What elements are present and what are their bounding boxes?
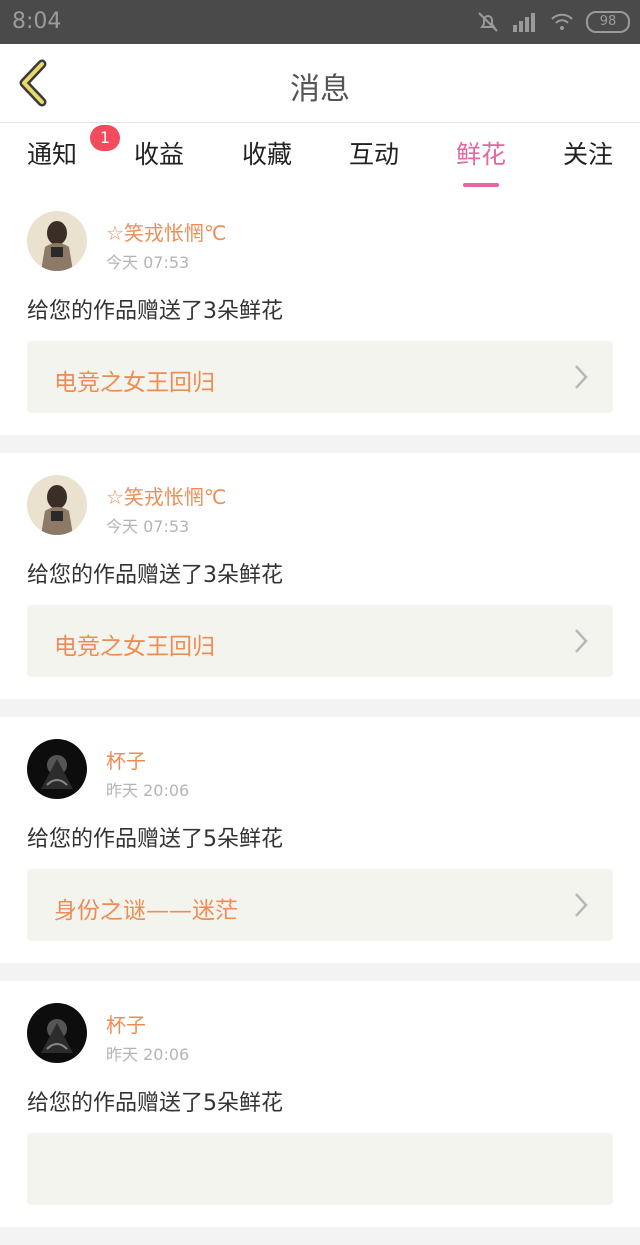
- tab-notify[interactable]: 通知 1: [12, 125, 120, 171]
- tab-favorites[interactable]: 收藏: [227, 135, 307, 171]
- username[interactable]: ☆笑戎怅惘℃: [106, 481, 226, 510]
- user-photo-icon: [27, 739, 87, 799]
- work-link[interactable]: 身份之谜——迷茫: [27, 869, 613, 941]
- user-photo-icon: [27, 211, 87, 271]
- active-tab-indicator: [463, 183, 499, 187]
- tab-following[interactable]: 关注: [548, 135, 628, 171]
- tab-label: 通知: [26, 140, 77, 169]
- avatar[interactable]: [27, 211, 87, 271]
- signal-icon: [513, 13, 535, 32]
- page-title: 消息: [290, 72, 350, 107]
- work-title: 电竞之女王回归: [54, 370, 215, 396]
- avatar[interactable]: [27, 475, 87, 535]
- chevron-right-icon: [575, 629, 588, 653]
- tab-bar: 通知 1 收益 收藏 互动 鲜花 关注: [0, 123, 640, 189]
- work-link[interactable]: [27, 1133, 613, 1205]
- status-bar: 8:04 98: [0, 0, 640, 44]
- message-card: 杯子 昨天 20:06 给您的作品赠送了5朵鲜花 身份之谜——迷茫: [0, 717, 640, 963]
- tab-label: 鲜花: [455, 140, 506, 169]
- timestamp: 今天 07:53: [106, 253, 190, 272]
- battery-icon: 98: [586, 11, 630, 33]
- message-card: ☆笑戎怅惘℃ 今天 07:53 给您的作品赠送了3朵鲜花 电竞之女王回归: [0, 189, 640, 435]
- username[interactable]: 杯子: [106, 745, 146, 774]
- message-list: ☆笑戎怅惘℃ 今天 07:53 给您的作品赠送了3朵鲜花 电竞之女王回归 ☆笑戎…: [0, 189, 640, 1245]
- header: 消息: [0, 44, 640, 123]
- status-icons: 98: [476, 8, 630, 36]
- message-text: 给您的作品赠送了3朵鲜花: [27, 299, 283, 324]
- chevron-right-icon: [575, 893, 588, 917]
- notifications-off-icon: [478, 12, 498, 32]
- work-title: 身份之谜——迷茫: [54, 898, 238, 924]
- tab-interactions[interactable]: 互动: [334, 135, 414, 171]
- tab-flowers[interactable]: 鲜花: [441, 135, 521, 187]
- message-text: 给您的作品赠送了5朵鲜花: [27, 827, 283, 852]
- tab-label: 收藏: [241, 140, 292, 169]
- tab-label: 收益: [133, 140, 184, 169]
- avatar[interactable]: [27, 739, 87, 799]
- user-photo-icon: [27, 1003, 87, 1063]
- chevron-right-icon: [575, 365, 588, 389]
- tab-label: 互动: [348, 140, 399, 169]
- work-title: 电竞之女王回归: [54, 634, 215, 660]
- timestamp: 今天 07:53: [106, 517, 190, 536]
- message-card: 杯子 昨天 20:06 给您的作品赠送了5朵鲜花: [0, 981, 640, 1227]
- message-card: ☆笑戎怅惘℃ 今天 07:53 给您的作品赠送了3朵鲜花 电竞之女王回归: [0, 453, 640, 699]
- tab-label: 关注: [562, 140, 613, 169]
- timestamp: 昨天 20:06: [106, 1045, 190, 1064]
- username[interactable]: 杯子: [106, 1009, 146, 1038]
- avatar[interactable]: [27, 1003, 87, 1063]
- status-time: 8:04: [12, 9, 62, 34]
- message-text: 给您的作品赠送了5朵鲜花: [27, 1091, 283, 1116]
- message-text: 给您的作品赠送了3朵鲜花: [27, 563, 283, 588]
- work-link[interactable]: 电竞之女王回归: [27, 341, 613, 413]
- notification-badge: 1: [90, 125, 120, 151]
- wifi-icon: [551, 13, 573, 30]
- username[interactable]: ☆笑戎怅惘℃: [106, 217, 226, 246]
- user-photo-icon: [27, 475, 87, 535]
- timestamp: 昨天 20:06: [106, 781, 190, 800]
- work-link[interactable]: 电竞之女王回归: [27, 605, 613, 677]
- tab-earnings[interactable]: 收益: [119, 135, 199, 171]
